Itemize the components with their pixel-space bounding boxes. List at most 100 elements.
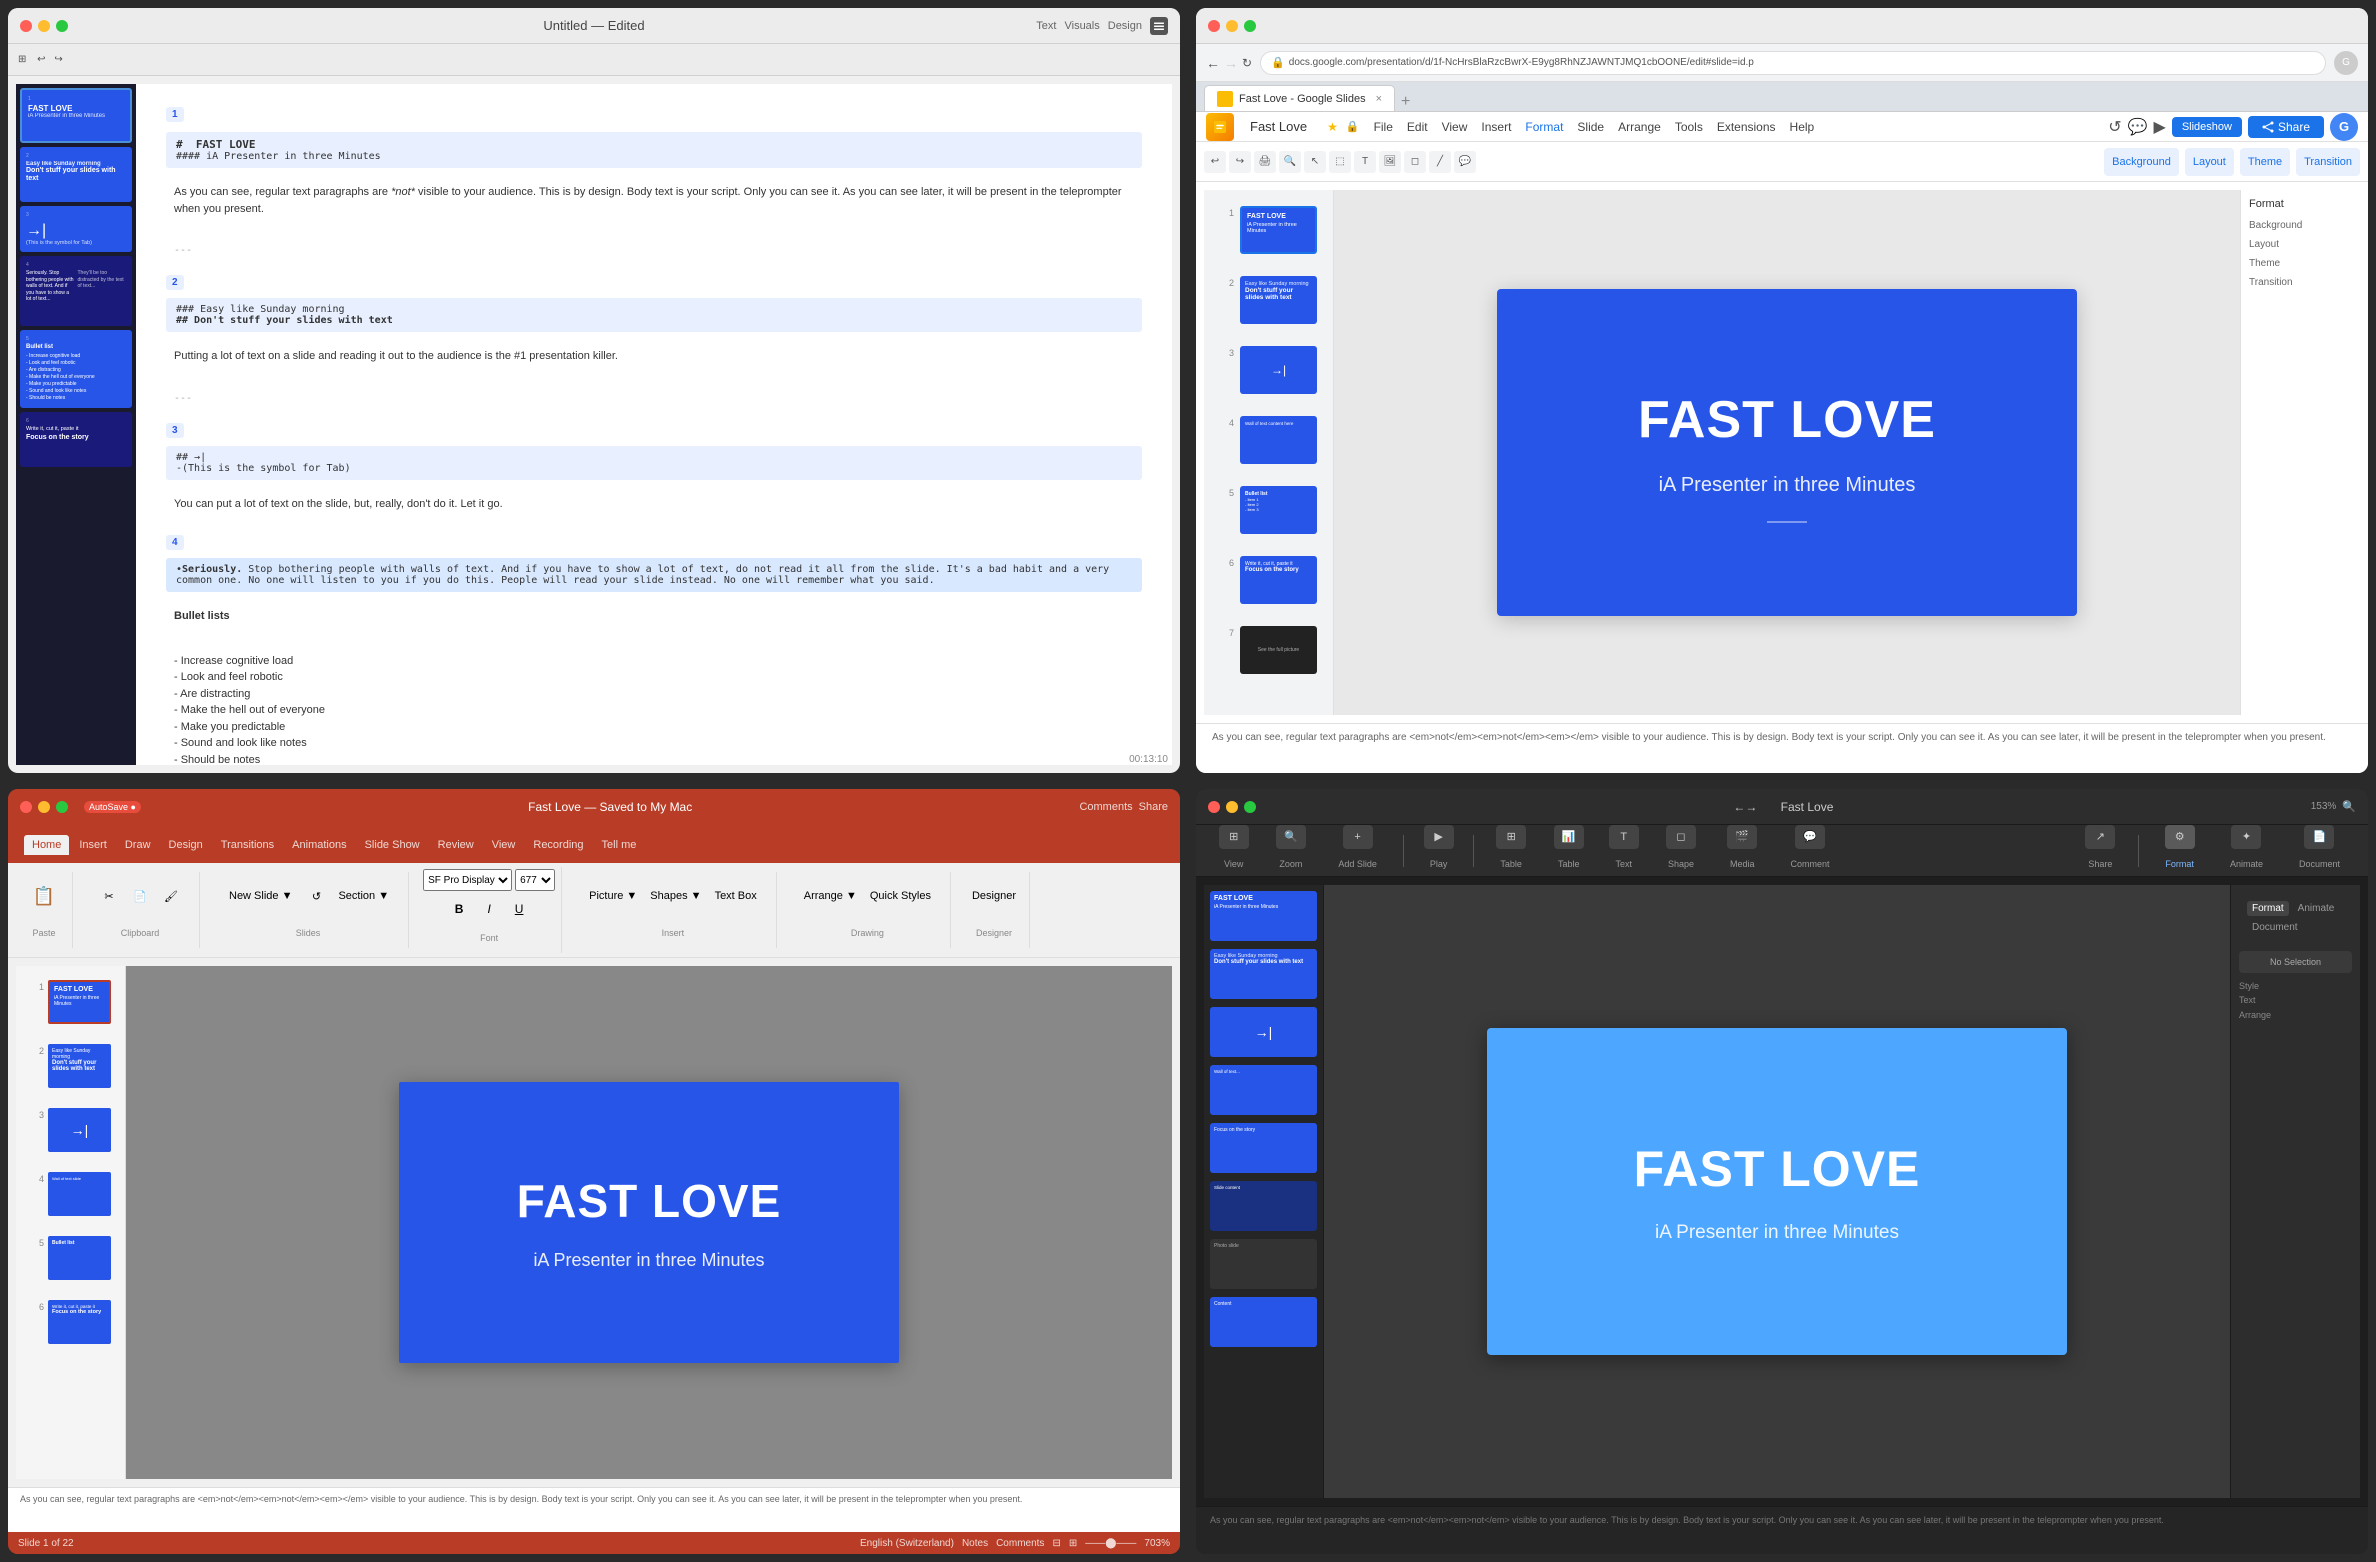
history-icon[interactable]: ↺: [2108, 117, 2121, 137]
zoom-icon[interactable]: 🔍: [1276, 825, 1306, 849]
sidebar-slide-6[interactable]: 6 Write it, cut it, paste it Focus on th…: [20, 412, 132, 467]
menu-tools[interactable]: Tools: [1669, 117, 1709, 137]
menu-view[interactable]: View: [1436, 117, 1474, 137]
pp-notes-area[interactable]: As you can see, regular text paragraphs …: [8, 1487, 1180, 1532]
format-painter[interactable]: 🖌: [157, 882, 185, 910]
shape-icon[interactable]: ◻: [1666, 825, 1696, 849]
view-outline[interactable]: ⊞: [1069, 1538, 1077, 1549]
ribbon-tab-recording[interactable]: Recording: [525, 835, 591, 855]
reset-btn[interactable]: ↺: [302, 882, 330, 910]
ribbon-tab-insert[interactable]: Insert: [71, 835, 115, 855]
minimize-btn-3[interactable]: [38, 801, 50, 813]
insert-shapes-btn[interactable]: Shapes ▼: [645, 882, 706, 910]
zoom-btn[interactable]: 🔍: [1279, 151, 1301, 173]
view-normal[interactable]: ⊟: [1052, 1538, 1060, 1549]
kn-slide-7[interactable]: Photo slide: [1210, 1239, 1317, 1289]
menu-extensions[interactable]: Extensions: [1711, 117, 1782, 137]
close-tab[interactable]: ×: [1376, 93, 1382, 105]
ribbon-tab-draw[interactable]: Draw: [117, 835, 159, 855]
url-bar[interactable]: 🔒 docs.google.com/presentation/d/1f-NcHr…: [1260, 51, 2326, 75]
theme-btn[interactable]: Theme: [2240, 148, 2290, 176]
active-tab[interactable]: Fast Love - Google Slides ×: [1204, 85, 1395, 111]
img-btn[interactable]: 🖼: [1379, 151, 1401, 173]
close-btn-3[interactable]: [20, 801, 32, 813]
slide-item-4[interactable]: 4 Wall of text content here: [1212, 408, 1325, 472]
menu-insert[interactable]: Insert: [1475, 117, 1517, 137]
new-tab-btn[interactable]: +: [1401, 93, 1410, 111]
italic-btn[interactable]: I: [475, 895, 503, 923]
pp-slide-preview-3[interactable]: →|: [48, 1108, 111, 1152]
menu-format[interactable]: Format: [1519, 117, 1569, 137]
maximize-btn-3[interactable]: [56, 801, 68, 813]
menu-arrange[interactable]: Arrange: [1612, 117, 1667, 137]
menu-file[interactable]: File: [1368, 117, 1399, 137]
slide-preview-5[interactable]: Bullet list - Item 1- Item 2- Item 3: [1240, 486, 1317, 534]
lines-btn[interactable]: ╱: [1429, 151, 1451, 173]
sidebar-toggle[interactable]: ⊞: [18, 54, 26, 65]
zoom-slider[interactable]: ——⬤——: [1085, 1538, 1136, 1549]
text-box-btn[interactable]: Text Box: [710, 882, 762, 910]
back-btn[interactable]: ←: [1206, 55, 1220, 71]
sidebar-slide-3[interactable]: 3 →| (This is the symbol for Tab): [20, 206, 132, 252]
insert-picture-btn[interactable]: Picture ▼: [584, 882, 642, 910]
ribbon-tab-animations[interactable]: Animations: [284, 835, 354, 855]
slideshow-button[interactable]: Slideshow: [2172, 117, 2242, 137]
layout-btn[interactable]: Layout: [2185, 148, 2234, 176]
shapes-btn[interactable]: ◻: [1404, 151, 1426, 173]
kn-slide-2[interactable]: Easy like Sunday morning Don't stuff you…: [1210, 949, 1317, 999]
comments-toggle[interactable]: Comments: [996, 1538, 1044, 1549]
ribbon-tab-view[interactable]: View: [484, 835, 524, 855]
ribbon-tab-transitions[interactable]: Transitions: [213, 835, 282, 855]
background-option[interactable]: Background: [2249, 218, 2352, 233]
comments-btn[interactable]: Comments: [1079, 801, 1132, 813]
play-icon[interactable]: ▶: [1424, 825, 1454, 849]
reload-btn[interactable]: ↻: [1242, 56, 1252, 70]
kn-slide-1[interactable]: FAST LOVE iA Presenter in three Minutes: [1210, 891, 1317, 941]
underline-btn[interactable]: U: [505, 895, 533, 923]
minimize-btn-4[interactable]: [1226, 801, 1238, 813]
kn-slide-6[interactable]: Slide content: [1210, 1181, 1317, 1231]
slide-preview-4[interactable]: Wall of text content here: [1240, 416, 1317, 464]
font-size-select[interactable]: 677: [515, 869, 555, 891]
paste-btn[interactable]: 📋: [30, 882, 58, 910]
ribbon-tab-slideshow[interactable]: Slide Show: [357, 835, 428, 855]
pp-slide-item-3[interactable]: 3 →|: [22, 1100, 119, 1160]
view-icon[interactable]: ⊞: [1219, 825, 1249, 849]
slide-preview-1[interactable]: FAST LOVE iA Presenter in three Minutes: [1240, 206, 1317, 254]
arrange-btn[interactable]: Arrange ▼: [799, 882, 862, 910]
cut-btn[interactable]: ✂: [95, 882, 123, 910]
slide-item-1[interactable]: 1 FAST LOVE iA Presenter in three Minute…: [1212, 198, 1325, 262]
pp-slide-item-1[interactable]: 1 FAST LOVE iA Presenter in three Minute…: [22, 972, 119, 1032]
arrange-option[interactable]: Arrange: [2239, 1008, 2352, 1022]
slide-item-7[interactable]: 7 See the full picture: [1212, 618, 1325, 682]
kn-slide-3[interactable]: →|: [1210, 1007, 1317, 1057]
slide-item-2[interactable]: 2 Easy like Sunday morning Don't stuff y…: [1212, 268, 1325, 332]
share-icon[interactable]: ↗: [2085, 825, 2115, 849]
kn-slide-5[interactable]: Focus on the story: [1210, 1123, 1317, 1173]
ribbon-tab-design[interactable]: Design: [161, 835, 211, 855]
chat-icon[interactable]: 💬: [2128, 117, 2148, 137]
animate-tab[interactable]: Animate: [2293, 901, 2340, 916]
slide-item-6[interactable]: 6 Write it, cut it, paste it Focus on th…: [1212, 548, 1325, 612]
maximize-btn-2[interactable]: [1244, 20, 1256, 32]
pp-slide-preview-6[interactable]: Write it, cut it, paste it Focus on the …: [48, 1300, 111, 1344]
ribbon-tab-tellme[interactable]: Tell me: [594, 835, 645, 855]
ribbon-tab-review[interactable]: Review: [430, 835, 482, 855]
share-btn-pp[interactable]: Share: [1139, 801, 1168, 813]
animate-icon[interactable]: ✦: [2231, 825, 2261, 849]
menu-help[interactable]: Help: [1784, 117, 1821, 137]
pp-slide-preview-1[interactable]: FAST LOVE iA Presenter in three Minutes: [48, 980, 111, 1024]
copy-btn[interactable]: 📄: [126, 882, 154, 910]
text-icon[interactable]: T: [1609, 825, 1639, 849]
new-slide-btn[interactable]: New Slide ▼: [222, 882, 299, 910]
ia-editor[interactable]: 1 # FAST LOVE #### iA Presenter in three…: [136, 84, 1172, 765]
media-icon[interactable]: 🎬: [1727, 825, 1757, 849]
theme-option[interactable]: Theme: [2249, 256, 2352, 271]
select-btn[interactable]: ⬚: [1329, 151, 1351, 173]
slide-preview-3[interactable]: →|: [1240, 346, 1317, 394]
format-icon[interactable]: ⚙: [2165, 825, 2195, 849]
document-tab[interactable]: Document: [2247, 920, 2303, 935]
slide-preview-7[interactable]: See the full picture: [1240, 626, 1317, 674]
sidebar-slide-2[interactable]: 2 Easy like Sunday morning Don't stuff y…: [20, 147, 132, 202]
notes-toggle[interactable]: Notes: [962, 1538, 988, 1549]
